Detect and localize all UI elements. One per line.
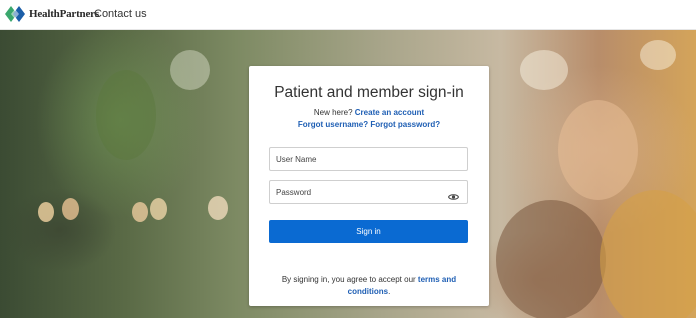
healthpartners-logo[interactable]: HealthPartners (5, 6, 99, 22)
new-here-text: New here? (313, 108, 353, 117)
new-here-line: New here? Create an account (249, 108, 489, 117)
bokeh-light (208, 196, 228, 220)
bokeh-light (640, 40, 676, 70)
page-title: Patient and member sign-in (274, 84, 464, 101)
sign-in-card: Patient and member sign-in New here? Cre… (249, 66, 489, 306)
password-field (269, 180, 468, 204)
brand-name: HealthPartners (29, 8, 99, 20)
terms-suffix: . (388, 287, 391, 296)
logo-icon (5, 6, 25, 22)
eye-icon[interactable] (447, 188, 460, 206)
username-input[interactable] (270, 148, 446, 170)
bokeh-light (62, 198, 79, 220)
bokeh-light (38, 202, 54, 222)
terms-prefix: By signing in, you agree to accept our (281, 275, 416, 284)
yellow-sweater-blur (600, 190, 696, 318)
bokeh-light (150, 198, 167, 220)
forgot-links: Forgot username? Forgot password? (249, 120, 489, 129)
girl-face-blur (558, 100, 638, 200)
bokeh-light (170, 50, 210, 90)
forgot-password-link[interactable]: Forgot password? (370, 120, 440, 129)
bokeh-light (96, 70, 156, 160)
contact-us-link[interactable]: Contact us (94, 8, 147, 20)
bokeh-light (520, 50, 568, 90)
terms-notice: By signing in, you agree to accept our t… (279, 274, 459, 298)
create-account-link[interactable]: Create an account (355, 108, 424, 117)
man-head-blur (496, 200, 606, 318)
site-header: HealthPartners Contact us (0, 0, 696, 30)
password-input[interactable] (270, 181, 446, 203)
sign-in-button[interactable]: Sign in (269, 220, 468, 243)
forgot-username-link[interactable]: Forgot username? (298, 120, 368, 129)
bokeh-light (132, 202, 148, 222)
username-field (269, 147, 468, 171)
